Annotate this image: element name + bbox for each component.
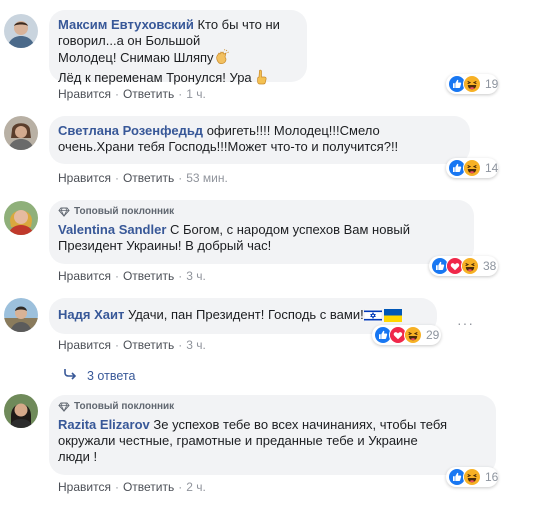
reply-button[interactable]: Ответить <box>123 269 174 283</box>
comment-bubble: Светлана Розенфедьд офигеть!!!! Молодец!… <box>49 116 470 164</box>
more-options-icon[interactable]: ··· <box>457 315 474 331</box>
like-button[interactable]: Нравится <box>58 269 111 283</box>
like-button[interactable]: Нравится <box>58 480 111 494</box>
author-name[interactable]: Razita Elizarov <box>58 417 150 432</box>
haha-reaction-icon <box>404 326 422 344</box>
top-fan-diamond-icon <box>58 207 70 217</box>
comment-text: люди ! <box>58 449 98 464</box>
comment-bubble: Максим Евтуховский Кто бы что ни говорил… <box>49 10 307 85</box>
top-fan-label: Топовый поклонник <box>74 206 175 217</box>
separator: · <box>178 171 183 185</box>
israel-flag-emoji <box>363 308 382 326</box>
view-replies-link[interactable]: 3 ответа <box>63 368 135 383</box>
author-name[interactable]: Максим Евтуховский <box>58 17 194 32</box>
reactions-summary[interactable]: 38 <box>429 256 498 276</box>
timestamp[interactable]: 3 ч. <box>186 338 206 352</box>
separator: · <box>178 338 183 352</box>
haha-reaction-icon <box>463 159 481 177</box>
like-button[interactable]: Нравится <box>58 338 111 352</box>
separator: · <box>114 338 119 352</box>
avatar[interactable] <box>4 298 38 332</box>
comment-text: окружали честные, грамотные и преданные … <box>58 433 418 448</box>
separator: · <box>178 87 183 101</box>
ukraine-flag-emoji <box>383 309 402 326</box>
separator: · <box>114 269 119 283</box>
timestamp[interactable]: 53 мин. <box>186 171 228 185</box>
comment-text: Зе успехов тебе во всех начинаниях, чтоб… <box>153 417 448 432</box>
comment-text: очень.Храни тебя Господь!!!Может что-то … <box>58 139 399 154</box>
separator: · <box>114 171 119 185</box>
clapping-hands-emoji <box>214 49 230 69</box>
avatar[interactable] <box>4 14 38 48</box>
timestamp[interactable]: 1 ч. <box>186 87 206 101</box>
reactions-summary[interactable]: 29 <box>372 325 441 345</box>
reply-button[interactable]: Ответить <box>123 338 174 352</box>
comment-text: Молодец! Снимаю Шляпу <box>58 50 214 65</box>
separator: · <box>114 480 119 494</box>
reaction-count: 29 <box>426 328 440 342</box>
reaction-count: 14 <box>485 161 499 175</box>
separator: · <box>178 269 183 283</box>
top-fan-diamond-icon <box>58 402 70 412</box>
reply-arrow-icon <box>63 368 77 383</box>
reactions-summary[interactable]: 16 <box>446 467 498 487</box>
reactions-summary[interactable]: 19 <box>446 74 498 94</box>
top-fan-badge: Топовый поклонник <box>58 399 486 415</box>
comment-text: Удачи, пан Президент! Господь с вами! <box>127 307 364 322</box>
timestamp[interactable]: 3 ч. <box>186 269 206 283</box>
comment-text: С Богом, с народом успехов Вам новый <box>170 222 410 237</box>
comment-actions: Нравится · Ответить · 3 ч. <box>58 338 206 352</box>
author-name[interactable]: Valentina Sandler <box>58 222 166 237</box>
author-name[interactable]: Светлана Розенфедьд <box>58 123 203 138</box>
haha-reaction-icon <box>463 468 481 486</box>
comment-actions: Нравится · Ответить · 1 ч. <box>58 87 206 101</box>
avatar[interactable] <box>4 394 38 428</box>
comment-bubble: Топовый поклонник Valentina Sandler С Бо… <box>49 200 474 264</box>
replies-count-label[interactable]: 3 ответа <box>87 369 135 383</box>
comment-actions: Нравится · Ответить · 53 мин. <box>58 171 228 185</box>
haha-reaction-icon <box>463 75 481 93</box>
pointing-up-emoji <box>255 69 267 89</box>
top-fan-badge: Топовый поклонник <box>58 204 464 220</box>
top-fan-label: Топовый поклонник <box>74 401 175 412</box>
author-name[interactable]: Надя Хаит <box>58 307 124 322</box>
comment-text: Президент Украины! В добрый час! <box>58 238 272 253</box>
reaction-count: 38 <box>483 259 497 273</box>
avatar[interactable] <box>4 201 38 235</box>
comment-text: Лёд к переменам Тронулся! Ура <box>58 70 252 85</box>
timestamp[interactable]: 2 ч. <box>186 480 206 494</box>
like-button[interactable]: Нравится <box>58 87 111 101</box>
like-button[interactable]: Нравится <box>58 171 111 185</box>
haha-reaction-icon <box>461 257 479 275</box>
comment-actions: Нравится · Ответить · 2 ч. <box>58 480 206 494</box>
reply-button[interactable]: Ответить <box>123 171 174 185</box>
reply-button[interactable]: Ответить <box>123 87 174 101</box>
separator: · <box>178 480 183 494</box>
comment-text: офигеть!!!! Молодец!!!Смело <box>206 123 380 138</box>
reaction-count: 16 <box>485 470 499 484</box>
reactions-summary[interactable]: 14 <box>446 158 498 178</box>
separator: · <box>114 87 119 101</box>
comment-bubble: Топовый поклонник Razita Elizarov Зе усп… <box>49 395 496 475</box>
comment-actions: Нравится · Ответить · 3 ч. <box>58 269 206 283</box>
reply-button[interactable]: Ответить <box>123 480 174 494</box>
reaction-count: 19 <box>485 77 499 91</box>
avatar[interactable] <box>4 116 38 150</box>
